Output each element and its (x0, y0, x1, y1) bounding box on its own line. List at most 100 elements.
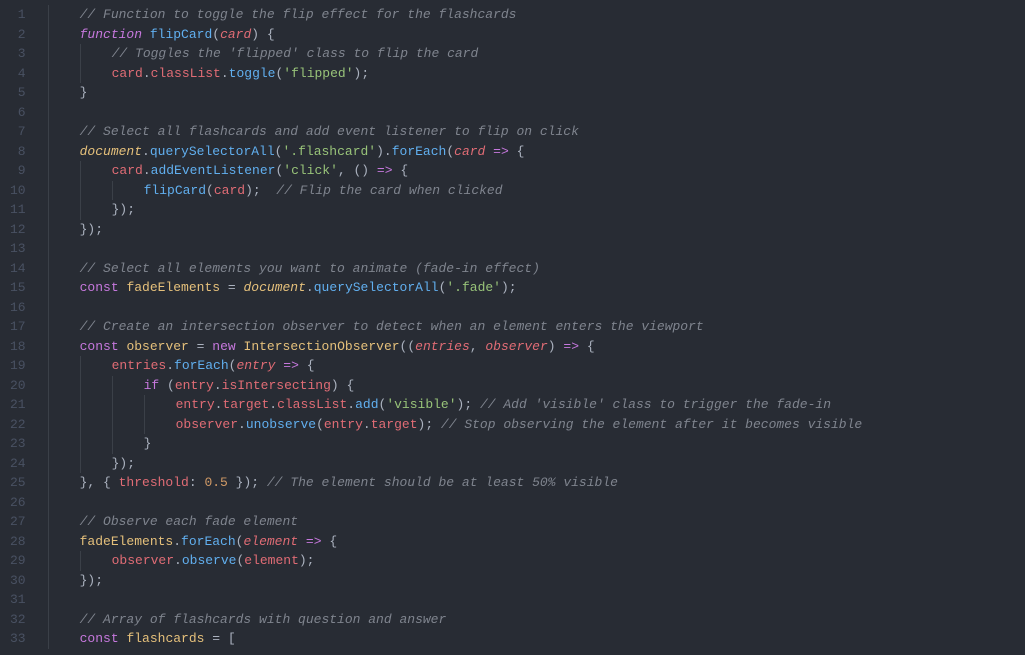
code-line-content: entries.forEach(entry => { (48, 358, 315, 373)
code-line[interactable]: document.querySelectorAll('.flashcard').… (44, 142, 1025, 162)
indent-guide (80, 161, 81, 181)
indent-guide (80, 64, 81, 84)
indent-guide (48, 610, 49, 630)
line-number: 15 (10, 278, 26, 298)
code-token: observer (485, 339, 547, 354)
code-token (220, 631, 228, 646)
code-token: entry (175, 378, 214, 393)
indent-guide (48, 25, 49, 45)
indent-guide (48, 434, 49, 454)
indent-guide (80, 356, 81, 376)
code-token: . (306, 280, 314, 295)
code-line[interactable]: const observer = new IntersectionObserve… (44, 337, 1025, 357)
code-line[interactable]: // Function to toggle the flip effect fo… (44, 5, 1025, 25)
indent-guide (48, 493, 49, 513)
line-number: 22 (10, 415, 26, 435)
code-line-content: }); (48, 456, 135, 471)
code-token: entry (236, 358, 275, 373)
code-token: }, { (80, 475, 119, 490)
code-token (299, 358, 307, 373)
code-line-content: // Create an intersection observer to de… (48, 319, 704, 334)
line-number: 32 (10, 610, 26, 630)
code-line-content: fadeElements.forEach(element => { (48, 534, 338, 549)
code-line-content: }); (48, 222, 103, 237)
code-token: card (454, 144, 485, 159)
indent-guide (48, 473, 49, 493)
code-line[interactable]: }); (44, 200, 1025, 220)
line-number: 4 (10, 64, 26, 84)
code-token: IntersectionObserver (244, 339, 400, 354)
line-number: 31 (10, 590, 26, 610)
indent-guide (80, 415, 81, 435)
code-line[interactable]: // Observe each fade element (44, 512, 1025, 532)
code-line[interactable]: card.classList.toggle('flipped'); (44, 64, 1025, 84)
code-line[interactable] (44, 493, 1025, 513)
code-line[interactable]: // Select all elements you want to anima… (44, 259, 1025, 279)
line-number: 8 (10, 142, 26, 162)
code-editor[interactable]: 1234567891011121314151617181920212223242… (0, 0, 1025, 655)
code-token: card (220, 27, 251, 42)
code-token: threshold (119, 475, 189, 490)
code-line[interactable]: flipCard(card); // Flip the card when cl… (44, 181, 1025, 201)
code-token: = (228, 280, 236, 295)
indent-guide (48, 571, 49, 591)
code-line[interactable]: if (entry.isIntersecting) { (44, 376, 1025, 396)
code-line-content: // Observe each fade element (48, 514, 298, 529)
code-token: . (214, 378, 222, 393)
code-line[interactable]: }); (44, 454, 1025, 474)
code-line-content: // Array of flashcards with question and… (48, 612, 447, 627)
code-line[interactable]: observer.observe(element); (44, 551, 1025, 571)
line-number: 21 (10, 395, 26, 415)
line-number: 25 (10, 473, 26, 493)
code-token: }); (80, 573, 103, 588)
code-line[interactable]: }); (44, 571, 1025, 591)
code-token: => (563, 339, 579, 354)
line-number: 2 (10, 25, 26, 45)
code-line[interactable]: } (44, 83, 1025, 103)
line-number: 27 (10, 512, 26, 532)
code-token: 0.5 (204, 475, 227, 490)
indent-guide (48, 376, 49, 396)
code-line[interactable]: const fadeElements = document.querySelec… (44, 278, 1025, 298)
code-line[interactable]: entries.forEach(entry => { (44, 356, 1025, 376)
code-token: // The element should be at least 50% vi… (267, 475, 618, 490)
code-area[interactable]: // Function to toggle the flip effect fo… (44, 0, 1025, 655)
code-line[interactable] (44, 103, 1025, 123)
code-line[interactable]: } (44, 434, 1025, 454)
code-token: observe (182, 553, 237, 568)
line-number: 17 (10, 317, 26, 337)
code-line[interactable]: // Create an intersection observer to de… (44, 317, 1025, 337)
code-line[interactable]: function flipCard(card) { (44, 25, 1025, 45)
code-line[interactable]: entry.target.classList.add('visible'); /… (44, 395, 1025, 415)
indent-guide (112, 434, 113, 454)
indent-guide (48, 64, 49, 84)
code-token: => (306, 534, 322, 549)
indent-guide (48, 278, 49, 298)
code-line[interactable]: // Select all flashcards and add event l… (44, 122, 1025, 142)
code-line[interactable] (44, 590, 1025, 610)
code-line[interactable]: // Toggles the 'flipped' class to flip t… (44, 44, 1025, 64)
indent-guide (80, 200, 81, 220)
code-line[interactable]: observer.unobserve(entry.target); // Sto… (44, 415, 1025, 435)
line-number: 9 (10, 161, 26, 181)
code-line[interactable] (44, 298, 1025, 318)
line-number: 7 (10, 122, 26, 142)
code-line[interactable]: const flashcards = [ (44, 629, 1025, 649)
code-token: . (142, 144, 150, 159)
code-token: add (355, 397, 378, 412)
indent-guide (48, 629, 49, 649)
code-token: target (222, 397, 269, 412)
code-token: ); (354, 66, 370, 81)
code-token: if (144, 378, 160, 393)
code-line[interactable]: }, { threshold: 0.5 }); // The element s… (44, 473, 1025, 493)
code-token: // Create an intersection observer to de… (80, 319, 704, 334)
code-token: fadeElements (126, 280, 220, 295)
code-line[interactable]: }); (44, 220, 1025, 240)
code-line[interactable] (44, 239, 1025, 259)
code-token: . (347, 397, 355, 412)
code-line[interactable]: card.addEventListener('click', () => { (44, 161, 1025, 181)
code-line[interactable]: // Array of flashcards with question and… (44, 610, 1025, 630)
code-line[interactable]: fadeElements.forEach(element => { (44, 532, 1025, 552)
line-number: 28 (10, 532, 26, 552)
code-token: card (112, 66, 143, 81)
